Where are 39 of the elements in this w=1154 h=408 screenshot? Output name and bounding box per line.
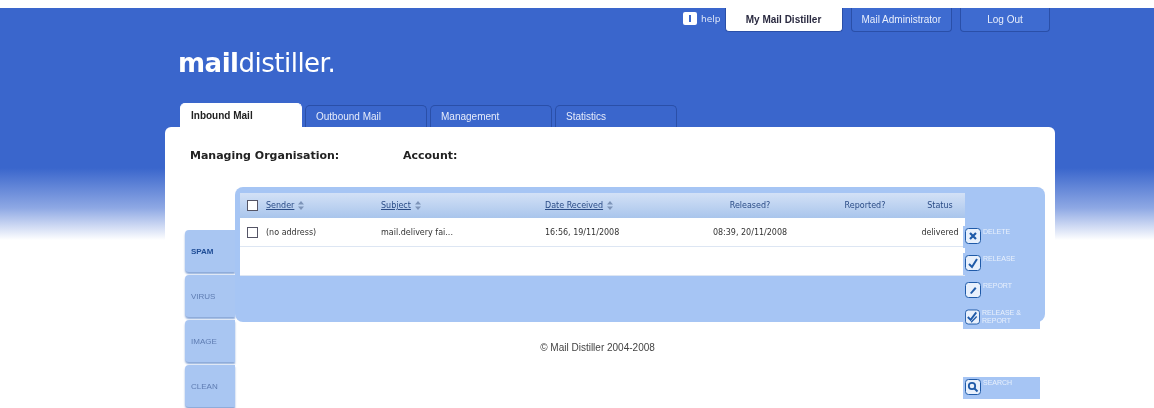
nav-button[interactable]: Mail Administrator	[850, 8, 952, 32]
search-icon	[965, 379, 981, 395]
table-cell-text: mail.delivery fai...	[381, 227, 454, 237]
table-row[interactable]: (no address) mail.delivery fai... 16:56, 19/11/2008 08:39, 20/11/2008 delivered	[240, 218, 965, 247]
side-tab[interactable]: SPAM	[185, 230, 235, 272]
sort-icon	[298, 201, 305, 210]
tab[interactable]: Statistics	[555, 105, 677, 127]
sort-icon	[414, 201, 421, 210]
column-header: Reported?	[844, 201, 886, 210]
table-cell-text: delivered	[920, 227, 960, 237]
field-label: Account:	[403, 149, 458, 164]
help-link[interactable]: help	[683, 12, 721, 25]
table-cell-text: 08:39, 20/11/2008	[711, 227, 789, 237]
check-icon	[965, 255, 981, 271]
nav-button[interactable]: Log Out	[960, 8, 1050, 32]
copyright-text: © Mail Distiller 2004-2008	[539, 342, 656, 353]
help-icon	[683, 12, 698, 25]
checkbox[interactable]	[247, 226, 258, 238]
table-cell-text: 16:56, 19/11/2008	[545, 227, 621, 237]
column-header-link[interactable]: Date Received	[545, 201, 604, 210]
pencil-icon	[965, 282, 981, 298]
field-label: Managing Organisation:	[190, 149, 341, 164]
column-header: Status	[927, 201, 953, 210]
checkbox[interactable]	[247, 200, 258, 211]
tab[interactable]: Inbound Mail	[180, 103, 302, 127]
column-header-link[interactable]: Subject	[381, 201, 411, 210]
column-header-link[interactable]: Sender	[266, 201, 295, 210]
check-pencil-icon	[965, 309, 980, 325]
side-tab[interactable]: VIRUS	[185, 275, 235, 317]
logo: maildistiller.	[178, 48, 337, 80]
table-cell-text: (no address)	[266, 227, 318, 237]
column-header: Released?	[729, 201, 771, 210]
side-tab[interactable]: IMAGE	[185, 320, 235, 362]
tab[interactable]: Outbound Mail	[305, 105, 427, 127]
side-tab[interactable]: CLEAN	[185, 365, 235, 407]
nav-button[interactable]: My Mail Distiller	[724, 8, 843, 32]
tab[interactable]: Management	[430, 105, 552, 127]
close-icon	[965, 228, 981, 244]
sort-icon	[607, 201, 614, 210]
